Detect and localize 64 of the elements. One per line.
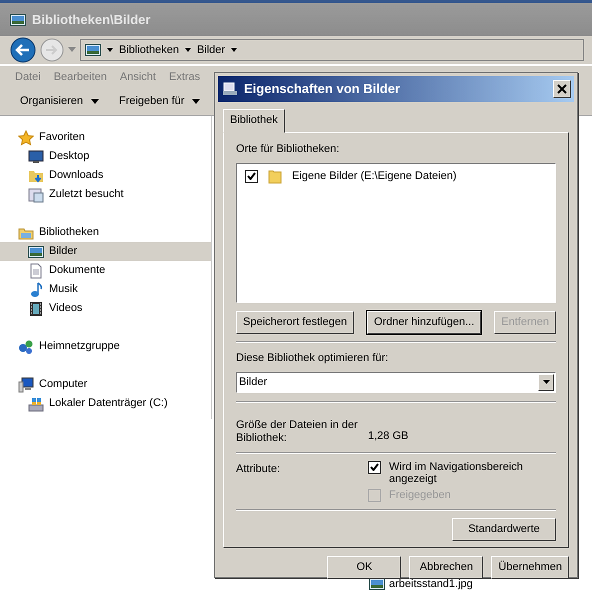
location-button[interactable]: Ordner hinzufügen... xyxy=(366,311,482,334)
defaults-button[interactable]: Standardwerte xyxy=(452,518,556,542)
checkmark-icon xyxy=(247,172,256,180)
picture-icon xyxy=(10,14,26,26)
nav-item[interactable]: Bilder xyxy=(0,242,211,261)
checkmark-icon xyxy=(370,463,379,472)
caret-icon xyxy=(192,99,200,104)
nav-item[interactable]: Bibliotheken xyxy=(0,223,211,242)
nav-item[interactable]: Heimnetzgruppe xyxy=(0,337,211,356)
nav-item[interactable]: Desktop xyxy=(0,147,211,166)
tab[interactable]: Bibliothek xyxy=(223,109,285,132)
dropdown-arrow-icon xyxy=(542,380,550,384)
dialog-button[interactable]: OK xyxy=(327,556,402,578)
network-icon xyxy=(18,338,34,354)
dialog-button[interactable]: Abbrechen xyxy=(409,556,484,578)
close-icon xyxy=(557,84,567,94)
dropdown-caret-icon xyxy=(68,47,76,53)
back-button[interactable] xyxy=(10,37,36,63)
section-label: Orte für Bibliotheken: xyxy=(236,142,340,156)
checkbox-label[interactable]: Wird im Navigationsbereich angezeigt xyxy=(389,460,529,486)
nav-item[interactable]: Zuletzt besucht xyxy=(0,185,211,204)
checkbox[interactable] xyxy=(368,460,381,474)
picture-icon xyxy=(85,44,101,56)
size-value: 1,28 GB xyxy=(368,429,408,444)
section-label: Diese Bibliothek optimieren für: xyxy=(236,351,390,366)
address-bar[interactable]: Bibliotheken Bilder xyxy=(80,39,584,61)
folder-icon xyxy=(268,168,282,184)
caret-icon xyxy=(184,48,191,52)
toolbar-button[interactable]: Organisieren xyxy=(20,93,99,110)
close-button[interactable] xyxy=(553,80,571,98)
breadcrumb-item[interactable]: Bilder xyxy=(196,42,226,58)
dialog-title: Eigenschaften von Bilder xyxy=(244,80,402,98)
size-label: Größe der Dateien in der Bibliothek: xyxy=(236,418,359,445)
computer-icon xyxy=(18,376,34,392)
picture-icon xyxy=(28,246,44,258)
nav-item[interactable]: Videos xyxy=(0,299,211,318)
checkbox-label: Freigegeben xyxy=(389,489,452,502)
nav-item[interactable]: Musik xyxy=(0,280,211,299)
checkbox[interactable] xyxy=(245,170,258,183)
nav-item[interactable]: Dokumente xyxy=(0,261,211,280)
file-name[interactable]: arbeitsstand1.jpg xyxy=(389,578,473,590)
location-button[interactable]: Speicherort festlegen xyxy=(236,311,354,334)
picture-icon xyxy=(369,578,385,590)
toolbar-button[interactable]: Freigeben für xyxy=(118,93,200,110)
optimize-select[interactable]: Bilder xyxy=(236,372,556,392)
drive-icon xyxy=(28,396,44,412)
window-title: Bibliotheken\Bilder xyxy=(32,10,150,29)
star-icon xyxy=(18,130,34,146)
location-path: Eigene Bilder (E:\Eigene Dateien) xyxy=(292,169,456,184)
nav-item[interactable]: Favoriten xyxy=(0,128,211,147)
document-icon xyxy=(28,262,44,278)
nav-item[interactable]: Computer xyxy=(0,375,211,394)
caret-icon xyxy=(231,48,238,52)
film-strip-icon xyxy=(28,300,44,316)
breadcrumb-item[interactable]: Bibliotheken xyxy=(119,42,179,58)
caret-icon xyxy=(107,48,113,52)
nav-item[interactable]: Downloads xyxy=(0,166,211,185)
recent-places-icon xyxy=(28,186,44,202)
caret-icon xyxy=(90,99,99,104)
attributes-label: Attribute: xyxy=(236,462,282,477)
dialog-button[interactable]: Übernehmen xyxy=(491,556,569,578)
monitor-icon xyxy=(28,148,44,164)
nav-item[interactable]: Lokaler Datenträger (C:) xyxy=(0,394,211,413)
music-note-icon xyxy=(28,282,44,298)
